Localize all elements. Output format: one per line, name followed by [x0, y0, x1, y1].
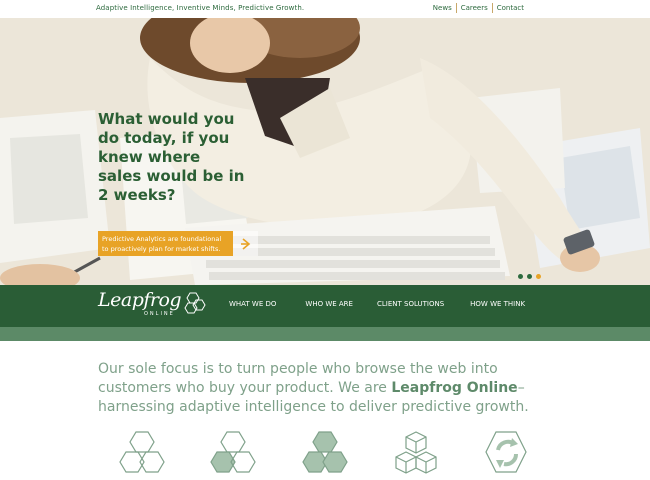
nav-how-we-think[interactable]: HOW WE THINK: [470, 300, 525, 308]
intro-statement: Our sole focus is to turn people who bro…: [98, 360, 558, 417]
slide-indicators: [518, 274, 541, 279]
hexagon-logo-icon: [184, 292, 206, 314]
nav-what-we-do[interactable]: WHAT WE DO: [229, 300, 276, 308]
nav-client-solutions[interactable]: CLIENT SOLUTIONS: [377, 300, 444, 308]
nav-under-band: [0, 327, 650, 341]
intro-brand: Leapfrog Online: [391, 380, 518, 396]
arrow-right-icon[interactable]: [233, 231, 258, 256]
hero-cta-text[interactable]: Predictive Analytics are foundational to…: [98, 231, 233, 256]
slide-dot-1[interactable]: [518, 274, 523, 279]
hexagon-cluster-filled-icon[interactable]: [301, 428, 353, 480]
hero-cta[interactable]: Predictive Analytics are foundational to…: [98, 231, 258, 256]
hexagon-cluster-half-filled-icon[interactable]: [209, 428, 261, 480]
hero-headline: What would you do today, if you knew whe…: [98, 110, 245, 204]
service-icons: [118, 428, 538, 480]
utility-nav: News Careers Contact: [429, 3, 528, 13]
logo-wordmark: Leapfrog: [98, 289, 182, 311]
hexagon-cluster-outline-icon[interactable]: [118, 428, 170, 480]
cube-stack-icon[interactable]: [392, 428, 444, 480]
primary-nav: WHAT WE DO WHO WE ARE CLIENT SOLUTIONS H…: [229, 300, 525, 308]
top-bar: Adaptive Intelligence, Inventive Minds, …: [0, 0, 650, 18]
slide-dot-2[interactable]: [527, 274, 532, 279]
slide-dot-3[interactable]: [536, 274, 541, 279]
logo[interactable]: Leapfrog ONLINE: [98, 289, 208, 325]
logo-subtext: ONLINE: [144, 311, 175, 317]
careers-link[interactable]: Careers: [457, 3, 492, 13]
contact-link[interactable]: Contact: [493, 3, 528, 13]
tagline: Adaptive Intelligence, Inventive Minds, …: [96, 4, 305, 12]
hero-banner: What would you do today, if you knew whe…: [0, 18, 650, 285]
recycle-hexagon-icon[interactable]: [482, 428, 534, 480]
news-link[interactable]: News: [429, 3, 456, 13]
nav-who-we-are[interactable]: WHO WE ARE: [305, 300, 353, 308]
